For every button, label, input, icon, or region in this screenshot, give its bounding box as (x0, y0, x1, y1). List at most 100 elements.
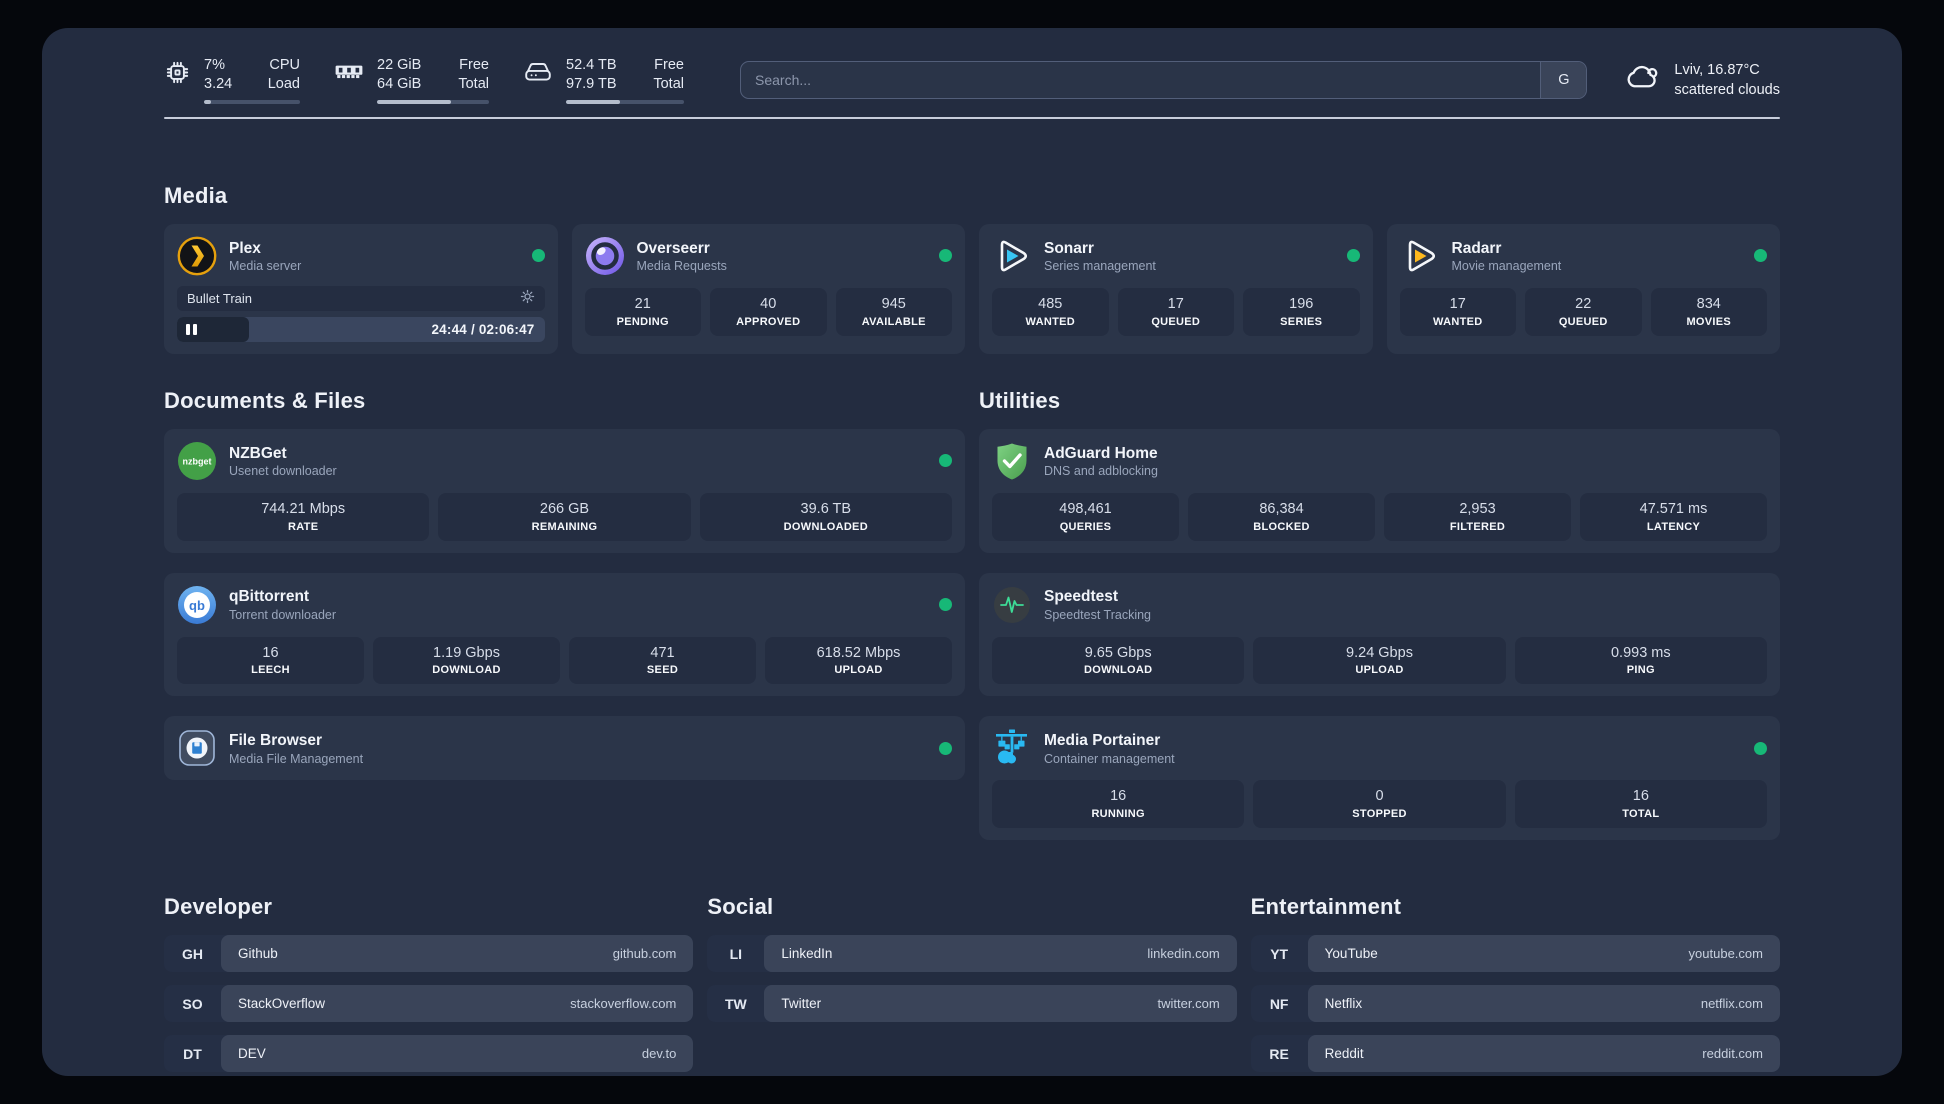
stat-value: 485 (1038, 295, 1063, 312)
bookmark-url: github.com (612, 946, 677, 962)
bookmark-abbr: SO (182, 995, 203, 1012)
bookmark-github[interactable]: GH Github github.com (164, 935, 694, 973)
app-description: Speedtest Tracking (1044, 607, 1152, 622)
bookmark-stackoverflow[interactable]: SO StackOverflow stackoverflow.com (164, 985, 694, 1023)
stat-box: 17 WANTED (1399, 287, 1516, 336)
app-description: Series management (1044, 258, 1156, 273)
app-card-overseerr[interactable]: Overseerr Media Requests 21 PENDING 40 A… (571, 223, 965, 354)
speedtest-pulse-icon (992, 585, 1032, 625)
weather-condition: scattered clouds (1674, 81, 1780, 98)
cpu-progress-fill (204, 99, 211, 104)
app-stats: 9.65 Gbps DOWNLOAD 9.24 Gbps UPLOAD 0.99… (992, 636, 1767, 685)
radarr-icon (1400, 236, 1440, 276)
bookmark-name: LinkedIn (781, 946, 833, 962)
bookmark-name: StackOverflow (238, 996, 326, 1012)
status-online-dot (1754, 249, 1767, 263)
app-name: qBittorrent (229, 588, 310, 606)
memory-total-value: 64 GiB (377, 75, 422, 92)
app-description: Media File Management (229, 751, 364, 766)
stat-label: UPLOAD (834, 664, 883, 677)
status-online-dot (1754, 741, 1767, 755)
bookmark-name: DEV (238, 1046, 266, 1062)
bookmark-group-entertainment: Entertainment YT YouTube youtube.com NF … (1250, 894, 1780, 1076)
bookmark-netflix[interactable]: NF Netflix netflix.com (1250, 985, 1780, 1023)
section-title-media: Media (164, 182, 228, 208)
memory-total-label: Total (458, 75, 489, 92)
stat-value: 9.24 Gbps (1346, 644, 1413, 661)
bookmark-youtube[interactable]: YT YouTube youtube.com (1250, 935, 1780, 973)
app-name: NZBGet (229, 444, 287, 462)
app-card-speedtest[interactable]: Speedtest Speedtest Tracking 9.65 Gbps D… (979, 572, 1780, 697)
bookmark-dev[interactable]: DT DEV dev.to (164, 1035, 694, 1073)
app-card-filebrowser[interactable]: File Browser Media File Management (164, 716, 965, 781)
stat-label: AVAILABLE (861, 315, 926, 328)
bookmark-linkedin[interactable]: LI LinkedIn linkedin.com (707, 935, 1237, 973)
pause-icon[interactable] (186, 323, 197, 335)
status-online-dot (939, 741, 952, 755)
status-online-dot (939, 249, 952, 263)
stat-box: 16 TOTAL (1514, 780, 1767, 829)
playback-progress-bar[interactable]: 24:44 / 02:06:47 (177, 316, 545, 342)
stat-label: WANTED (1025, 315, 1075, 328)
stat-label: DOWNLOADED (783, 520, 868, 533)
stat-box: 21 PENDING (584, 287, 701, 336)
app-stats: 744.21 Mbps RATE 266 GB REMAINING 39.6 T… (177, 492, 952, 541)
bookmark-abbr: GH (182, 945, 203, 962)
bookmark-name: Twitter (781, 996, 822, 1012)
bookmark-url: youtube.com (1688, 946, 1763, 962)
stat-value: 17 (1449, 295, 1466, 312)
stat-label: LATENCY (1646, 520, 1701, 533)
search-input[interactable] (741, 61, 1541, 98)
app-card-portainer[interactable]: Media Portainer Container management 16 … (979, 716, 1780, 841)
memory-free-label: Free (459, 57, 489, 73)
stat-value: 945 (881, 295, 906, 312)
app-card-adguard[interactable]: AdGuard Home DNS and adblocking 498,461 … (979, 428, 1780, 553)
app-name: Overseerr (636, 239, 710, 257)
adguard-shield-icon (992, 441, 1032, 481)
app-description: Media server (229, 258, 302, 273)
stat-label: SEED (646, 664, 679, 677)
top-bar: 7% 3.24 CPU Load 22 GiB 64 GiB Free Tota… (164, 28, 1780, 104)
app-card-sonarr[interactable]: Sonarr Series management 485 WANTED 17 Q… (979, 223, 1373, 354)
app-description: Media Requests (636, 258, 727, 273)
stat-value: 196 (1289, 295, 1314, 312)
bookmark-url: reddit.com (1702, 1046, 1763, 1062)
app-card-plex[interactable]: Plex Media server Bullet Train 24:44 / 0… (164, 223, 558, 354)
bookmark-reddit[interactable]: RE Reddit reddit.com (1250, 1035, 1780, 1073)
cloud-icon (1623, 62, 1661, 97)
app-name: Plex (229, 239, 261, 257)
app-card-nzbget[interactable]: nzbget NZBGet Usenet downloader 744.21 M… (164, 428, 965, 553)
app-card-qbittorrent[interactable]: qb qBittorrent Torrent downloader 16 LEE… (164, 572, 965, 697)
cpu-usage-label: CPU (269, 57, 300, 73)
settings-gear-icon[interactable] (520, 289, 535, 307)
search-engine-button[interactable]: G (1540, 61, 1587, 98)
memory-stat-widget: 22 GiB 64 GiB Free Total (334, 56, 489, 104)
bookmark-group-developer: Developer GH Github github.com SO StackO… (164, 894, 694, 1076)
stat-box: 471 SEED (569, 636, 756, 685)
stat-box: 47.571 ms LATENCY (1580, 492, 1767, 541)
app-name: Speedtest (1044, 588, 1119, 606)
stat-box: 0 STOPPED (1253, 780, 1506, 829)
app-stats: 498,461 QUERIES 86,384 BLOCKED 2,953 FIL… (992, 492, 1767, 541)
stat-value: 16 (1110, 788, 1127, 805)
memory-progress-fill (377, 99, 451, 104)
bookmark-url: twitter.com (1157, 996, 1220, 1012)
stat-box: 22 QUEUED (1525, 287, 1642, 336)
stat-label: TOTAL (1622, 808, 1660, 821)
ram-icon (334, 56, 364, 83)
app-card-radarr[interactable]: Radarr Movie management 17 WANTED 22 QUE… (1386, 223, 1780, 354)
bookmark-abbr: RE (1269, 1045, 1289, 1062)
app-name: Sonarr (1044, 239, 1094, 257)
overseerr-icon (585, 236, 625, 276)
section-title-social: Social (707, 894, 774, 920)
bookmark-abbr: LI (729, 945, 743, 962)
app-description: DNS and adblocking (1044, 463, 1158, 478)
stat-label: RATE (288, 520, 319, 533)
qbittorrent-icon: qb (177, 585, 217, 625)
stat-box: 1.19 Gbps DOWNLOAD (373, 636, 560, 685)
stat-value: 498,461 (1059, 500, 1112, 517)
stat-label: APPROVED (736, 315, 801, 328)
app-stats: 16 LEECH 1.19 Gbps DOWNLOAD 471 SEED 618… (177, 636, 952, 685)
bookmark-twitter[interactable]: TW Twitter twitter.com (707, 985, 1237, 1023)
stat-box: 9.24 Gbps UPLOAD (1253, 636, 1506, 685)
